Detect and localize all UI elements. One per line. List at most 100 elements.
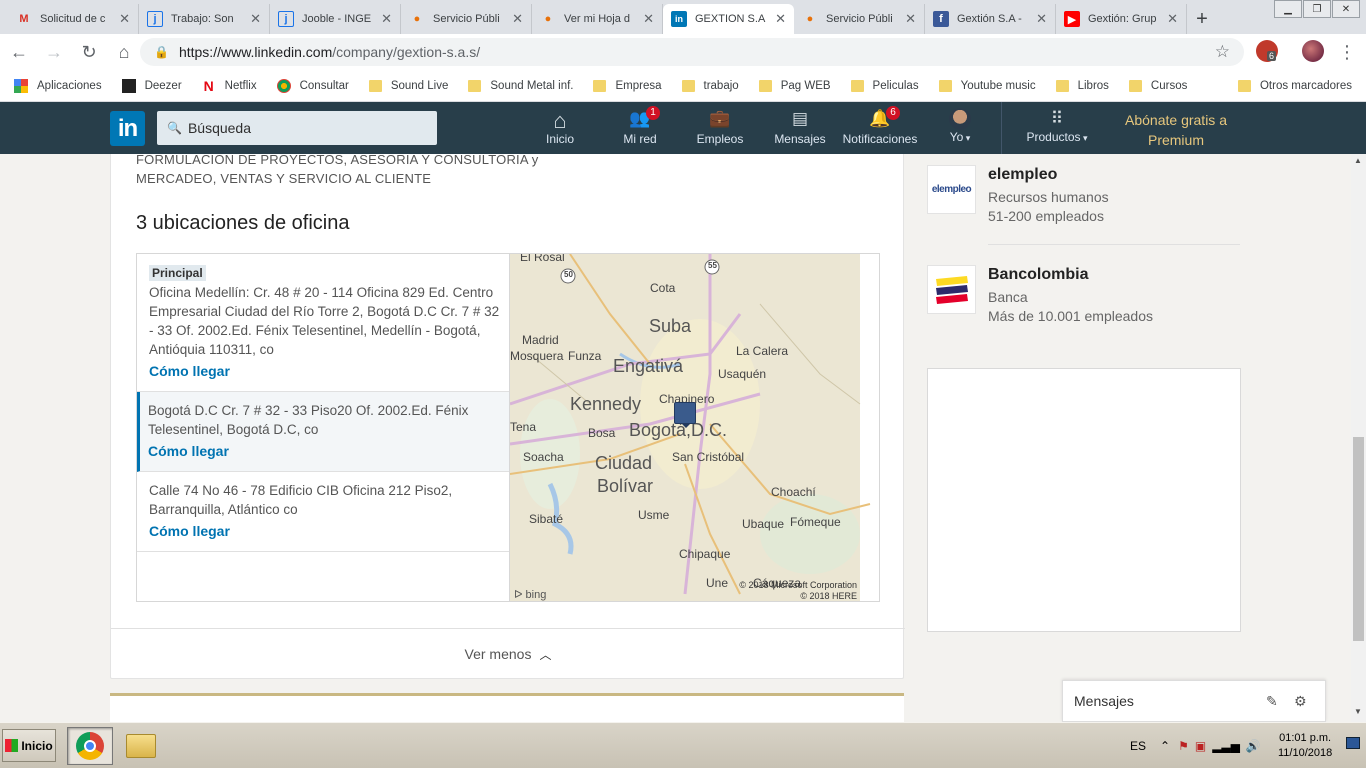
location-item-primary[interactable]: Principal Oficina Medellín: Cr. 48 # 20 …: [137, 254, 509, 392]
signal-icon[interactable]: ▂▃▅: [1212, 739, 1240, 753]
nav-messaging[interactable]: ▤ Mensajes: [760, 108, 840, 146]
browser-tab[interactable]: M Solicitud de c ✕: [8, 4, 139, 34]
home-icon: ⌂: [553, 108, 567, 133]
volume-icon[interactable]: 🔊: [1246, 739, 1261, 753]
close-tab-icon[interactable]: ✕: [1036, 11, 1047, 27]
browser-tab[interactable]: j Jooble - INGE ✕: [270, 4, 401, 34]
minimize-button[interactable]: ▁: [1274, 0, 1302, 18]
language-indicator[interactable]: ES: [1130, 739, 1146, 753]
nav-home[interactable]: ⌂ Inicio: [520, 108, 600, 146]
network-error-icon[interactable]: ⚑: [1178, 739, 1189, 753]
location-item-bogota[interactable]: Bogotá D.C Cr. 7 # 32 - 33 Piso20 Of. 20…: [137, 392, 509, 472]
bookmark-item[interactable]: N Netflix: [202, 79, 257, 93]
scrollbar-thumb[interactable]: [1353, 437, 1364, 641]
new-tab-button[interactable]: +: [1187, 4, 1217, 34]
bookmark-item[interactable]: Libros: [1055, 79, 1109, 92]
other-bookmarks[interactable]: Otros marcadores: [1237, 79, 1352, 92]
show-hidden-icons[interactable]: ⌃: [1160, 739, 1170, 753]
tab-title: Jooble - INGE: [302, 13, 372, 25]
show-less-toggle[interactable]: Ver menos ︿: [111, 628, 905, 679]
nav-avatar[interactable]: Yo ▾: [920, 108, 1000, 144]
bookmarks-bar: Aplicaciones Deezer N Netflix Consultar Sound…: [0, 70, 1366, 102]
company-item-elempleo[interactable]: elempleo elempleo Recursos humanos 51-20…: [927, 154, 1241, 254]
bookmark-item[interactable]: Aplicaciones: [14, 78, 102, 93]
close-tab-icon[interactable]: ✕: [1167, 11, 1178, 27]
browser-tab[interactable]: ● Servicio Públi ✕: [401, 4, 532, 34]
premium-link[interactable]: Abónate gratis a Premium: [1112, 110, 1240, 150]
close-tab-icon[interactable]: ✕: [643, 11, 654, 27]
company-item-bancolombia[interactable]: Bancolombia Banca Más de 10.001 empleado…: [927, 254, 1241, 354]
system-clock[interactable]: 01:01 p.m. 11/10/2018: [1278, 731, 1332, 761]
location-address: Bogotá D.C Cr. 7 # 32 - 33 Piso20 Of. 20…: [148, 403, 469, 437]
directions-link[interactable]: Cómo llegar: [149, 362, 501, 381]
locations-heading: 3 ubicaciones de oficina: [136, 212, 350, 234]
close-tab-icon[interactable]: ✕: [119, 11, 130, 27]
windows-taskbar: Inicio ES ⌃ ⚑ ▣ ▂▃▅ 🔊 01:01 p.m. 11/10/2…: [0, 722, 1366, 768]
close-tab-icon[interactable]: ✕: [512, 11, 523, 27]
adblock-extension-icon[interactable]: 6: [1256, 40, 1278, 62]
close-tab-icon[interactable]: ✕: [250, 11, 261, 27]
scroll-down-icon[interactable]: ▼: [1354, 707, 1362, 716]
bookmark-item[interactable]: Deezer: [121, 78, 182, 93]
linkedin-icon: in: [671, 11, 687, 27]
chrome-taskbar-button[interactable]: [67, 727, 113, 765]
settings-gear-icon[interactable]: ⚙: [1294, 693, 1307, 710]
messaging-bar[interactable]: Mensajes ✎ ⚙: [1062, 680, 1326, 722]
servicio-icon: ●: [413, 13, 421, 25]
security-icon[interactable]: ▣: [1195, 739, 1206, 753]
close-window-button[interactable]: ✕: [1332, 0, 1360, 18]
bookmark-item[interactable]: Consultar: [276, 78, 349, 93]
start-button[interactable]: Inicio: [2, 729, 56, 762]
nav-bell[interactable]: 🔔 6 Notificaciones: [840, 106, 920, 146]
bookmark-item[interactable]: Empresa: [593, 79, 662, 92]
map-place-label: Engativá: [613, 356, 684, 376]
bookmark-item[interactable]: trabajo: [681, 79, 739, 92]
compose-icon[interactable]: ✎: [1266, 693, 1278, 710]
bookmark-item[interactable]: Cursos: [1128, 79, 1187, 92]
folder-icon: [1237, 79, 1251, 92]
map-pin-icon[interactable]: [674, 402, 696, 428]
linkedin-logo[interactable]: in: [110, 111, 145, 146]
browser-tab[interactable]: f Gextión S.A - ✕: [925, 4, 1056, 34]
browser-tab[interactable]: ● Servicio Públi ✕: [794, 4, 925, 34]
bookmark-item[interactable]: Peliculas: [850, 79, 919, 92]
bookmark-star-icon[interactable]: ☆: [1215, 42, 1230, 62]
close-tab-icon[interactable]: ✕: [905, 11, 916, 27]
bookmark-item[interactable]: Sound Metal inf.: [468, 79, 573, 92]
nav-grid[interactable]: ⠿ Productos ▾: [1017, 108, 1097, 144]
bookmark-item[interactable]: Youtube music: [938, 79, 1036, 92]
nav-jobs[interactable]: 💼 Empleos: [680, 108, 760, 146]
bookmark-item[interactable]: Sound Live: [368, 79, 448, 92]
bookmark-item[interactable]: Pag WEB: [758, 79, 831, 92]
restore-button[interactable]: ❐: [1303, 0, 1331, 18]
browser-tab[interactable]: ● Ver mi Hoja d ✕: [532, 4, 663, 34]
browser-tab[interactable]: j Trabajo: Son ✕: [139, 4, 270, 34]
profile-avatar[interactable]: [1302, 40, 1324, 62]
browser-tab[interactable]: in GEXTION S.A ✕: [663, 4, 794, 34]
url-input[interactable]: 🔒 https://www.linkedin.com/company/gexti…: [140, 38, 1244, 66]
menu-icon[interactable]: ⋮: [1331, 36, 1363, 68]
nav-network[interactable]: 👥 1 Mi red: [600, 106, 680, 146]
bookmark-label: Youtube music: [960, 79, 1036, 92]
browser-tab[interactable]: ▶ Gextión: Grup ✕: [1056, 4, 1187, 34]
file-explorer-taskbar-button[interactable]: [118, 727, 164, 765]
map-place-label: La Calera: [736, 344, 789, 358]
location-item-barranquilla[interactable]: Calle 74 No 46 - 78 Edificio CIB Oficina…: [137, 472, 509, 552]
address-bar: ← → ↻ ⌂ 🔒 https://www.linkedin.com/compa…: [0, 34, 1366, 70]
jooble-icon: j: [278, 11, 294, 27]
company-name[interactable]: elempleo: [988, 166, 1057, 184]
show-desktop-icon[interactable]: [1346, 737, 1360, 749]
directions-link[interactable]: Cómo llegar: [148, 442, 501, 461]
directions-link[interactable]: Cómo llegar: [149, 522, 501, 541]
close-tab-icon[interactable]: ✕: [381, 11, 392, 27]
company-name[interactable]: Bancolombia: [988, 266, 1088, 284]
search-input[interactable]: 🔍 Búsqueda: [157, 111, 437, 145]
office-map[interactable]: El Rosal Cota Suba Madrid Mosquera Funza Engat…: [509, 253, 880, 602]
reload-button[interactable]: ↻: [73, 36, 105, 68]
close-tab-icon[interactable]: ✕: [775, 11, 786, 27]
forward-button[interactable]: →: [38, 36, 70, 68]
scroll-up-icon[interactable]: ▲: [1354, 156, 1362, 165]
page-scrollbar[interactable]: ▲ ▼: [1351, 154, 1366, 722]
back-button[interactable]: ←: [3, 36, 35, 68]
home-icon[interactable]: ⌂: [108, 36, 140, 68]
